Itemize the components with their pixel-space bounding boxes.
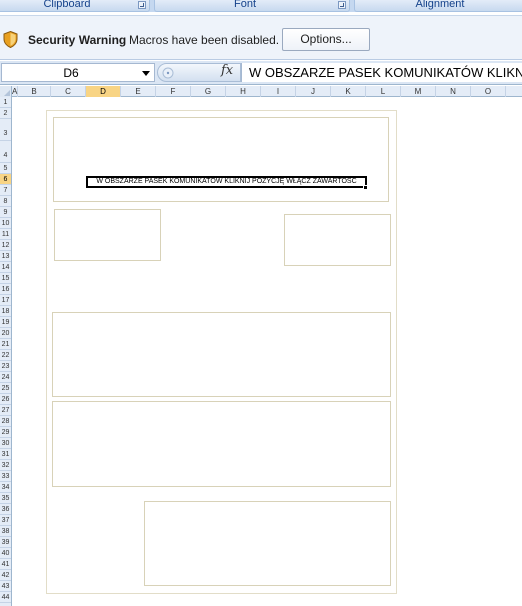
security-shield-icon [3, 31, 18, 48]
column-header-o[interactable]: O [471, 86, 506, 97]
row-header[interactable]: 18 [0, 306, 11, 317]
row-header[interactable]: 17 [0, 295, 11, 306]
ribbon-group-label: Clipboard [43, 0, 91, 10]
column-header-c[interactable]: C [51, 86, 86, 97]
ribbon-group-label: Alignment [415, 0, 465, 10]
row-header[interactable]: 14 [0, 262, 11, 273]
row-header[interactable]: 43 [0, 581, 11, 592]
ribbon-group-labels: Clipboard Font Alignment [0, 0, 522, 12]
shape-region[interactable] [52, 312, 391, 397]
row-headers: 1 2 3 4 5 6 7 8 9 10 11 12 13 14 15 16 1… [0, 97, 12, 606]
row-header[interactable]: 34 [0, 482, 11, 493]
row-header[interactable]: 13 [0, 251, 11, 262]
row-header[interactable]: 35 [0, 493, 11, 504]
row-header[interactable]: 7 [0, 185, 11, 196]
row-header[interactable]: 31 [0, 449, 11, 460]
row-header[interactable]: 33 [0, 471, 11, 482]
row-header[interactable]: 42 [0, 570, 11, 581]
cell-text: W OBSZARZE PASEK KOMUNIKATÓW KLIKNIJ POZ… [96, 178, 357, 185]
column-header-j[interactable]: J [296, 86, 331, 97]
shape-region[interactable] [52, 401, 391, 487]
column-header-g[interactable]: G [191, 86, 226, 97]
row-header[interactable]: 9 [0, 207, 11, 218]
row-header[interactable]: 39 [0, 537, 11, 548]
chevron-down-icon[interactable] [142, 71, 150, 76]
column-header-m[interactable]: M [401, 86, 436, 97]
column-header-k[interactable]: K [331, 86, 366, 97]
active-cell-d6[interactable]: W OBSZARZE PASEK KOMUNIKATÓW KLIKNIJ POZ… [86, 176, 367, 188]
shape-region[interactable] [53, 117, 389, 202]
dialog-launcher-icon[interactable] [338, 1, 346, 9]
security-warning-message: Macros have been disabled. [129, 33, 280, 47]
row-header[interactable]: 16 [0, 284, 11, 295]
ribbon-group-alignment: Alignment [354, 0, 522, 12]
row-header[interactable]: 28 [0, 416, 11, 427]
row-header[interactable]: 29 [0, 427, 11, 438]
name-box[interactable]: D6 [1, 63, 155, 82]
select-all-corner[interactable] [0, 86, 12, 97]
shape-region[interactable] [144, 501, 391, 586]
row-header[interactable]: 22 [0, 350, 11, 361]
column-header-h[interactable]: H [226, 86, 261, 97]
shape-region[interactable] [284, 214, 391, 266]
security-warning-title: Security Warning [28, 33, 127, 47]
row-header[interactable]: 2 [0, 108, 11, 119]
row-header[interactable]: 40 [0, 548, 11, 559]
fill-handle[interactable] [363, 185, 368, 190]
row-header[interactable]: 10 [0, 218, 11, 229]
row-header[interactable]: 1 [0, 97, 11, 108]
options-button[interactable]: Options... [282, 28, 370, 51]
insert-function-icon[interactable]: fx [221, 63, 233, 78]
ribbon-group-clipboard: Clipboard [0, 0, 150, 12]
row-header[interactable]: 38 [0, 526, 11, 537]
row-header[interactable]: 12 [0, 240, 11, 251]
column-header-n[interactable]: N [436, 86, 471, 97]
row-header[interactable]: 3 [0, 119, 11, 141]
row-header[interactable]: 27 [0, 405, 11, 416]
row-header[interactable]: 8 [0, 196, 11, 207]
resize-handle-icon[interactable] [162, 67, 174, 79]
row-header[interactable]: 11 [0, 229, 11, 240]
row-header[interactable]: 15 [0, 273, 11, 284]
row-header[interactable]: 26 [0, 394, 11, 405]
column-header-i[interactable]: I [261, 86, 296, 97]
message-bar: Security Warning Macros have been disabl… [0, 15, 522, 60]
row-header[interactable]: 5 [0, 163, 11, 174]
column-headers: A B C D E F G H I J K L M N O [0, 86, 522, 97]
row-header[interactable]: 37 [0, 515, 11, 526]
row-header[interactable]: 36 [0, 504, 11, 515]
row-header-selected[interactable]: 6 [0, 174, 11, 185]
row-header[interactable]: 19 [0, 317, 11, 328]
column-header-l[interactable]: L [366, 86, 401, 97]
formula-input[interactable]: W OBSZARZE PASEK KOMUNIKATÓW KLIKNIJ [241, 63, 522, 82]
row-header[interactable]: 24 [0, 372, 11, 383]
row-header[interactable]: 23 [0, 361, 11, 372]
row-header[interactable]: 44 [0, 592, 11, 603]
name-box-value: D6 [63, 66, 79, 80]
row-header[interactable]: 4 [0, 141, 11, 163]
shape-region[interactable] [54, 209, 161, 261]
row-header[interactable]: 25 [0, 383, 11, 394]
column-header-f[interactable]: F [156, 86, 191, 97]
row-header[interactable]: 32 [0, 460, 11, 471]
row-header[interactable]: 41 [0, 559, 11, 570]
row-header[interactable]: 30 [0, 438, 11, 449]
dialog-launcher-icon[interactable] [138, 1, 146, 9]
ribbon-group-label: Font [233, 0, 256, 10]
row-header[interactable]: 20 [0, 328, 11, 339]
row-header[interactable]: 21 [0, 339, 11, 350]
ribbon-group-font: Font [154, 0, 350, 12]
column-header-e[interactable]: E [121, 86, 156, 97]
column-header-b[interactable]: B [18, 86, 51, 97]
column-header-d[interactable]: D [86, 86, 121, 97]
